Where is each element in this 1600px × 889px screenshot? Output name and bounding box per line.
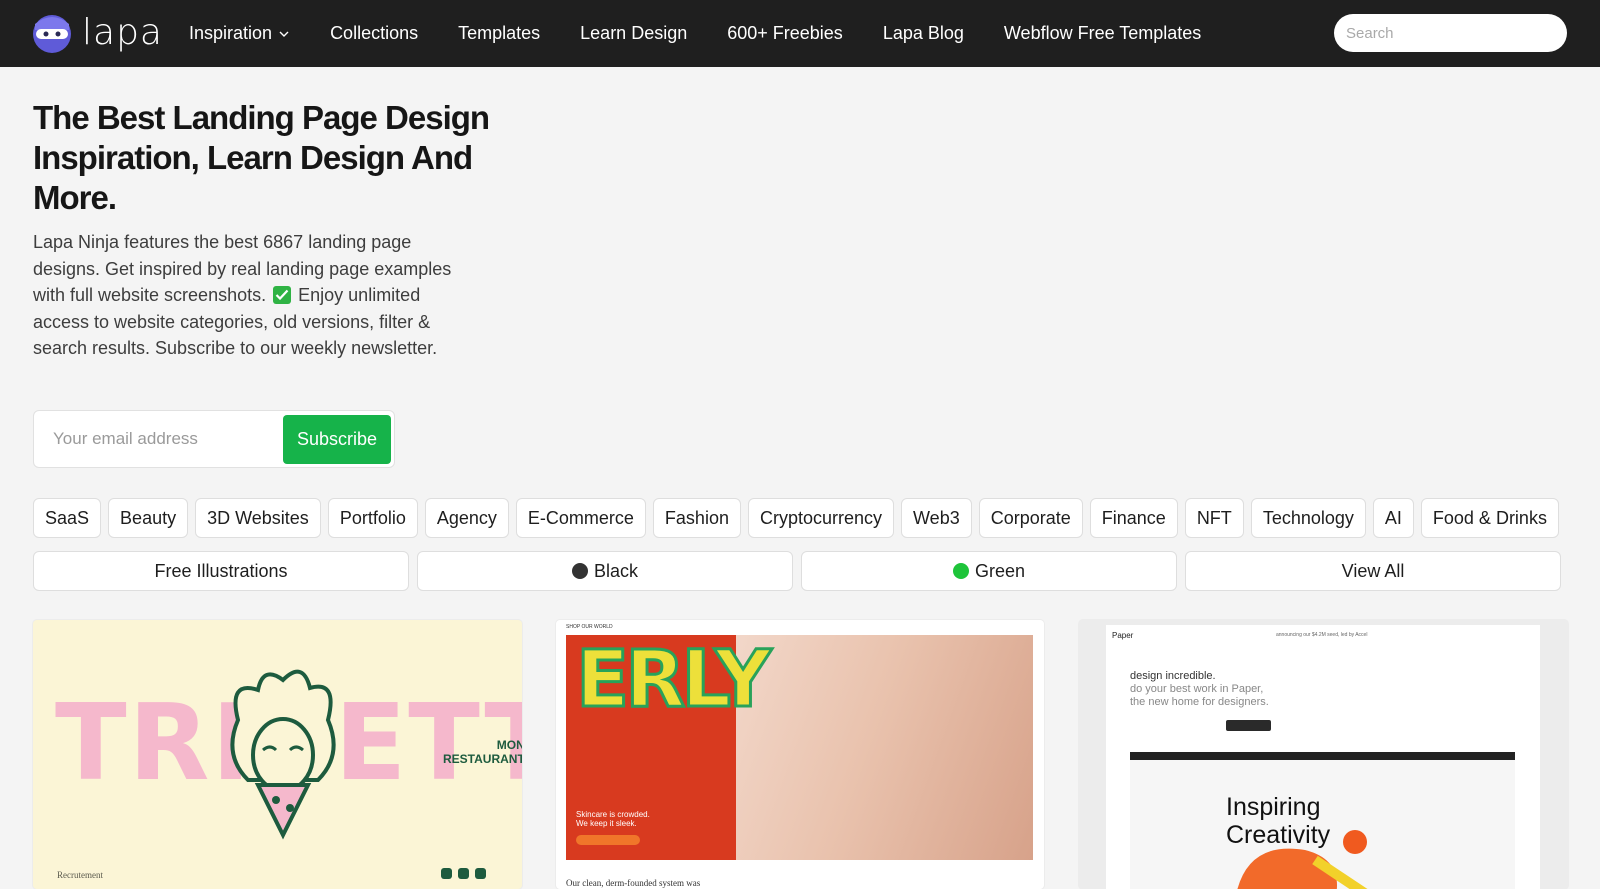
tag-portfolio[interactable]: Portfolio [327,498,418,538]
showcase-card-tribetta[interactable]: TRIBETTA MON RESTAURANT Recrutement [33,620,522,889]
filter-green[interactable]: Green [801,551,1177,591]
facebook-icon [475,868,486,879]
card-art-text: Inspiring Creativity [1226,793,1330,849]
filter-free-illustrations[interactable]: Free Illustrations [33,551,409,591]
card-art-line2: Creativity [1226,821,1331,849]
instagram-icon [441,868,452,879]
portrait-image [736,635,1033,860]
page-title: The Best Landing Page Design Inspiration… [33,99,490,216]
filter-row: Free Illustrations Black Green View All [33,551,1569,591]
tag-technology[interactable]: Technology [1250,498,1366,538]
tag-nft[interactable]: NFT [1184,498,1244,538]
subscribe-button[interactable]: Subscribe [283,415,391,464]
nav-link-inspiration[interactable]: Inspiration [189,23,290,44]
card-footer-link: Recrutement [57,870,103,880]
checkmark-icon [273,286,292,305]
nav-link-label: Inspiration [189,23,273,43]
tag-agency[interactable]: Agency [424,498,509,538]
card-announcement: announcing our $4.2M seed, led by Accel [1276,632,1368,638]
nav-link-collections[interactable]: Collections [330,23,418,44]
email-field[interactable] [35,412,275,466]
card-logo: Paper [1112,631,1134,640]
nav-link-learn-design[interactable]: Learn Design [580,23,687,44]
card-heading-line2: do your best work in Paper, [1130,683,1264,695]
card-topbar: SHOP OUR WORLD [566,624,613,630]
tag-saas[interactable]: SaaS [33,498,102,538]
card-headline: ERLY [574,635,772,727]
tag-ecommerce[interactable]: E-Commerce [515,498,646,538]
card-window: Paper announcing our $4.2M seed, led by … [1106,625,1540,889]
tag-web3[interactable]: Web3 [901,498,972,538]
card-brand-line2: RESTAURANT [443,752,522,766]
tag-finance[interactable]: Finance [1089,498,1178,538]
tag-fashion[interactable]: Fashion [652,498,741,538]
category-tags: SaaS Beauty 3D Websites Portfolio Agency… [33,498,1566,538]
nav-link-templates[interactable]: Templates [458,23,540,44]
nav-links: Inspiration Collections Templates Learn … [189,0,1241,67]
search-input[interactable] [1334,14,1567,52]
newsletter-form: Subscribe [33,410,395,468]
logo[interactable]: lapa [32,10,163,56]
filter-black-label: Black [593,560,638,581]
tag-ai[interactable]: AI [1372,498,1414,538]
card-art-line1: Inspiring [1226,793,1321,821]
card-caption-line1: Skincare is crowded. [576,810,650,819]
filter-black[interactable]: Black [417,551,793,591]
card-heading: design incredible. do your best work in … [1130,670,1269,709]
filter-view-all[interactable]: View All [1185,551,1561,591]
showcase-card-paper[interactable]: Paper announcing our $4.2M seed, led by … [1079,620,1568,889]
top-navbar: lapa Inspiration Collections Templates L… [0,0,1600,67]
hero-description: Lapa Ninja features the best 6867 landin… [33,229,453,362]
black-dot-icon [571,563,588,579]
nav-link-webflow-templates[interactable]: Webflow Free Templates [1004,23,1201,44]
showcase-card-erly[interactable]: SHOP OUR WORLD ERLY Skincare is crowded.… [556,620,1044,889]
card-cta [576,835,640,845]
card-bottom-text: Our clean, derm-founded system was [566,878,701,888]
green-dot-icon [952,563,969,579]
card-cta [1226,720,1271,731]
ninja-logo-icon [33,15,71,53]
tag-3d-websites[interactable]: 3D Websites [195,498,321,538]
filter-green-label: Green [974,560,1026,581]
chevron-down-icon [279,31,289,37]
card-brand-line1: MON [496,738,522,752]
card-heading-line3: the new home for designers. [1130,696,1269,708]
tag-beauty[interactable]: Beauty [108,498,189,538]
card-heading-line1: design incredible. [1130,670,1216,682]
tag-corporate[interactable]: Corporate [978,498,1083,538]
card-caption-line2: We keep it sleek. [576,819,637,828]
illustration-icon [230,669,336,840]
card-caption: Skincare is crowded. We keep it sleek. [576,810,650,828]
card-hero-image: ERLY Skincare is crowded. We keep it sle… [566,635,1033,860]
tiktok-icon [458,868,469,879]
nav-link-freebies[interactable]: 600+ Freebies [727,23,843,44]
nav-link-blog[interactable]: Lapa Blog [883,23,964,44]
tag-cryptocurrency[interactable]: Cryptocurrency [747,498,895,538]
logo-text: lapa [82,12,163,53]
tag-food-drinks[interactable]: Food & Drinks [1420,498,1559,538]
card-brand: MON RESTAURANT [443,738,522,766]
